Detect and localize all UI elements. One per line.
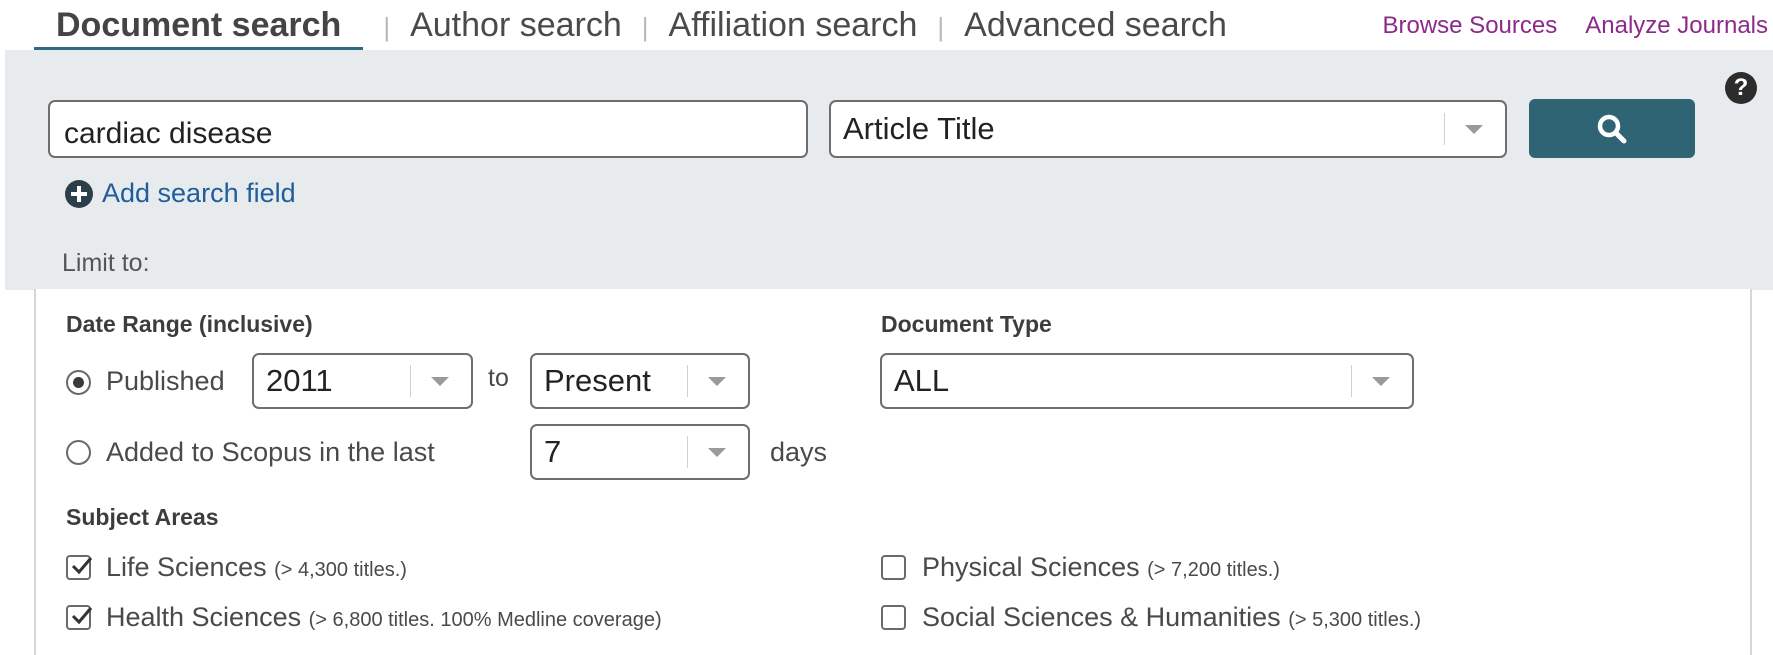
help-icon[interactable]: ? bbox=[1725, 72, 1757, 104]
plus-circle-icon bbox=[65, 179, 93, 208]
health-sciences-item: Health Sciences (> 6,800 titles. 100% Me… bbox=[106, 602, 662, 633]
search-type-tabs: Document search | Author search | Affili… bbox=[34, 0, 1227, 53]
tab-affiliation-search[interactable]: Affiliation search bbox=[669, 0, 918, 50]
select-divider bbox=[687, 365, 688, 397]
select-divider bbox=[410, 365, 411, 397]
days-value: 7 bbox=[544, 434, 562, 469]
added-to-scopus-label: Added to Scopus in the last bbox=[106, 437, 435, 467]
document-type-heading: Document Type bbox=[881, 311, 1052, 337]
physical-sciences-checkbox[interactable] bbox=[881, 555, 906, 580]
social-sciences-label: Social Sciences & Humanities bbox=[922, 602, 1281, 632]
select-divider bbox=[687, 436, 688, 468]
social-sciences-item: Social Sciences & Humanities (> 5,300 ti… bbox=[922, 602, 1421, 633]
social-sciences-note: (> 5,300 titles.) bbox=[1288, 609, 1422, 631]
add-search-field-label: Add search field bbox=[102, 178, 296, 208]
chevron-down-icon bbox=[1372, 377, 1390, 386]
check-icon bbox=[71, 607, 93, 625]
search-field-select[interactable]: Article Title bbox=[829, 100, 1507, 158]
select-divider bbox=[1351, 365, 1352, 397]
published-radio[interactable] bbox=[66, 370, 91, 395]
search-icon bbox=[1597, 114, 1627, 143]
browse-sources-link[interactable]: Browse Sources bbox=[1382, 12, 1557, 40]
tab-separator: | bbox=[383, 12, 391, 42]
chevron-down-icon bbox=[708, 448, 726, 457]
life-sciences-note: (> 4,300 titles.) bbox=[274, 559, 407, 581]
search-button[interactable] bbox=[1529, 99, 1695, 158]
check-icon bbox=[71, 557, 93, 575]
document-type-value: ALL bbox=[894, 363, 950, 398]
days-select[interactable]: 7 bbox=[530, 424, 750, 480]
chevron-down-icon bbox=[1465, 125, 1483, 134]
health-sciences-note: (> 6,800 titles. 100% Medline coverage) bbox=[308, 609, 662, 631]
life-sciences-checkbox[interactable] bbox=[66, 555, 93, 580]
physical-sciences-label: Physical Sciences bbox=[922, 552, 1140, 582]
physical-sciences-item: Physical Sciences (> 7,200 titles.) bbox=[922, 552, 1280, 583]
select-divider bbox=[1444, 112, 1445, 146]
limit-to-label: Limit to: bbox=[62, 249, 150, 277]
tab-advanced-search[interactable]: Advanced search bbox=[964, 0, 1227, 50]
date-to-label: to bbox=[488, 364, 509, 392]
life-sciences-item: Life Sciences (> 4,300 titles.) bbox=[106, 552, 407, 583]
life-sciences-label: Life Sciences bbox=[106, 552, 267, 582]
date-to-select[interactable]: Present bbox=[530, 353, 750, 409]
tab-document-search[interactable]: Document search bbox=[34, 0, 364, 50]
date-range-heading: Date Range (inclusive) bbox=[66, 311, 313, 337]
days-label: days bbox=[770, 437, 828, 467]
health-sciences-label: Health Sciences bbox=[106, 602, 302, 632]
tab-separator: | bbox=[937, 12, 945, 42]
published-label: Published bbox=[106, 366, 225, 396]
limits-box bbox=[34, 289, 1752, 655]
search-panel bbox=[5, 50, 1773, 290]
document-type-select[interactable]: ALL bbox=[880, 353, 1414, 409]
tab-separator: | bbox=[641, 12, 649, 42]
date-to-value: Present bbox=[544, 363, 651, 398]
chevron-down-icon bbox=[431, 377, 449, 386]
search-field-value: Article Title bbox=[843, 111, 995, 146]
search-input[interactable] bbox=[48, 100, 808, 158]
added-to-scopus-radio[interactable] bbox=[66, 440, 91, 465]
social-sciences-checkbox[interactable] bbox=[881, 605, 906, 630]
add-search-field[interactable]: Add search field bbox=[64, 178, 296, 209]
chevron-down-icon bbox=[708, 377, 726, 386]
date-from-select[interactable]: 2011 bbox=[252, 353, 473, 409]
analyze-journals-link[interactable]: Analyze Journals bbox=[1585, 12, 1768, 40]
tab-author-search[interactable]: Author search bbox=[410, 0, 622, 50]
date-from-value: 2011 bbox=[266, 363, 333, 398]
subject-areas-heading: Subject Areas bbox=[66, 504, 219, 530]
physical-sciences-note: (> 7,200 titles.) bbox=[1147, 559, 1280, 581]
top-links: Browse Sources Analyze Journals bbox=[1382, 12, 1768, 40]
health-sciences-checkbox[interactable] bbox=[66, 605, 93, 630]
